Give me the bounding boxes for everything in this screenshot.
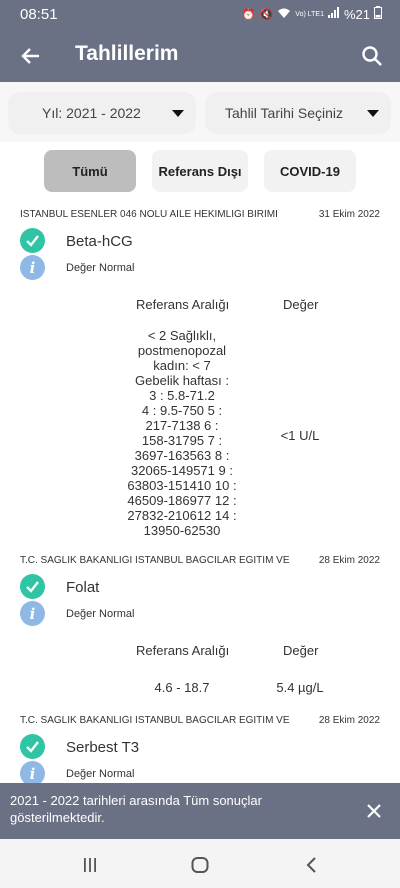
status-text: Değer Normal	[66, 768, 135, 780]
home-button[interactable]	[186, 851, 214, 879]
snackbar-close-button[interactable]	[360, 797, 388, 825]
back-button[interactable]	[14, 40, 46, 72]
institution-line: İSTANBUL ESENLER 046 NOLU AİLE HEKİMLİĞİ…	[0, 200, 400, 222]
institution-name: T.C. SAĞLIK BAKANLIĞI İSTANBUL BAĞCILAR …	[20, 715, 290, 726]
test-name: Beta-hCG	[66, 233, 133, 250]
page-title: Tahlillerim	[75, 42, 179, 65]
ref-range-value: 4.6 - 18.7	[154, 680, 210, 695]
status-time: 08:51	[20, 6, 58, 23]
search-icon	[362, 46, 382, 66]
info-icon[interactable]: i	[20, 761, 45, 783]
result-date: 31 Ekim 2022	[318, 209, 380, 220]
battery-text: %21	[343, 6, 370, 22]
recent-apps-button[interactable]	[76, 851, 104, 879]
check-circle-icon	[20, 734, 45, 759]
institution-line: T.C. SAĞLIK BAKANLIĞI İSTANBUL BAĞCILAR …	[0, 546, 400, 568]
info-icon[interactable]: i	[20, 601, 45, 626]
arrow-left-icon	[21, 48, 39, 64]
info-icon[interactable]: i	[20, 255, 45, 280]
result-card[interactable]: T.C. SAĞLIK BAKANLIĞI İSTANBUL BAĞCILAR …	[0, 706, 400, 783]
result-value: 5.4 µg/L	[276, 680, 324, 695]
table-header: Referans Aralığı Değer	[0, 280, 400, 312]
search-button[interactable]	[356, 40, 388, 72]
info-row: i Değer Normal	[0, 758, 400, 783]
info-row: i Değer Normal	[0, 598, 400, 626]
table-header: Referans Aralığı Değer	[0, 626, 400, 658]
status-text: Değer Normal	[66, 262, 135, 274]
result-value: <1 U/L	[280, 428, 320, 443]
institution-name: T.C. SAĞLIK BAKANLIĞI İSTANBUL BAĞCILAR …	[20, 555, 290, 566]
system-back-button[interactable]	[298, 851, 326, 879]
mute-icon: 🔇	[259, 8, 274, 21]
chip-out-of-reference[interactable]: Referans Dışı	[152, 150, 248, 192]
result-card[interactable]: İSTANBUL ESENLER 046 NOLU AİLE HEKİMLİĞİ…	[0, 200, 400, 546]
chip-all[interactable]: Tümü	[44, 150, 136, 192]
network-label: Vo) LTE1	[295, 10, 324, 18]
status-icons: ⏰ 🔇 Vo) LTE1 %21	[242, 6, 382, 22]
result-date: 28 Ekim 2022	[318, 715, 380, 726]
status-text: Değer Normal	[66, 608, 135, 620]
snackbar: 2021 - 2022 tarihleri arasında Tüm sonuç…	[0, 783, 400, 839]
result-date: 28 Ekim 2022	[318, 555, 380, 566]
ref-range-value: < 2 Sağlıklı, postmenopozal kadın: < 7 G…	[127, 328, 237, 538]
test-row: Beta-hCG	[0, 222, 400, 253]
check-circle-icon	[20, 574, 45, 599]
wifi-icon	[277, 7, 291, 22]
test-name: Serbest T3	[66, 739, 140, 756]
table-row: < 2 Sağlıklı, postmenopozal kadın: < 7 G…	[0, 310, 400, 538]
test-row: Serbest T3	[0, 728, 400, 759]
alarm-icon: ⏰	[241, 8, 256, 21]
close-icon	[367, 804, 381, 818]
recent-apps-icon	[84, 858, 96, 872]
check-circle-icon	[20, 228, 45, 253]
system-nav-bar	[0, 839, 400, 888]
date-select-label: Tahlil Tarihi Seçiniz	[225, 105, 344, 121]
result-card[interactable]: T.C. SAĞLIK BAKANLIĞI İSTANBUL BAĞCILAR …	[0, 546, 400, 706]
info-row: i Değer Normal	[0, 252, 400, 280]
year-select-label: Yıl: 2021 - 2022	[42, 105, 141, 121]
chevron-left-icon	[306, 857, 316, 873]
test-name: Folat	[66, 579, 100, 596]
chip-covid[interactable]: COVID-19	[264, 150, 356, 192]
caret-down-icon	[172, 110, 184, 117]
snackbar-message: 2021 - 2022 tarihleri arasında Tüm sonuç…	[10, 793, 262, 825]
app-bar: Tahlillerim	[0, 30, 400, 82]
home-icon	[191, 857, 209, 873]
institution-line: T.C. SAĞLIK BAKANLIĞI İSTANBUL BAĞCILAR …	[0, 706, 400, 728]
signal-icon	[327, 7, 340, 21]
test-row: Folat	[0, 568, 400, 599]
institution-name: İSTANBUL ESENLER 046 NOLU AİLE HEKİMLİĞİ…	[20, 209, 278, 220]
battery-icon	[374, 6, 382, 22]
date-select[interactable]: Tahlil Tarihi Seçiniz	[205, 92, 391, 134]
caret-down-icon	[367, 110, 379, 117]
filter-chips: Tümü Referans Dışı COVID-19	[0, 150, 400, 192]
status-bar: 08:51 ⏰ 🔇 Vo) LTE1 %21	[0, 0, 400, 30]
results-list[interactable]: İSTANBUL ESENLER 046 NOLU AİLE HEKİMLİĞİ…	[0, 200, 400, 783]
year-select[interactable]: Yıl: 2021 - 2022	[8, 92, 196, 134]
filter-bar: Yıl: 2021 - 2022 Tahlil Tarihi Seçiniz	[0, 82, 400, 142]
